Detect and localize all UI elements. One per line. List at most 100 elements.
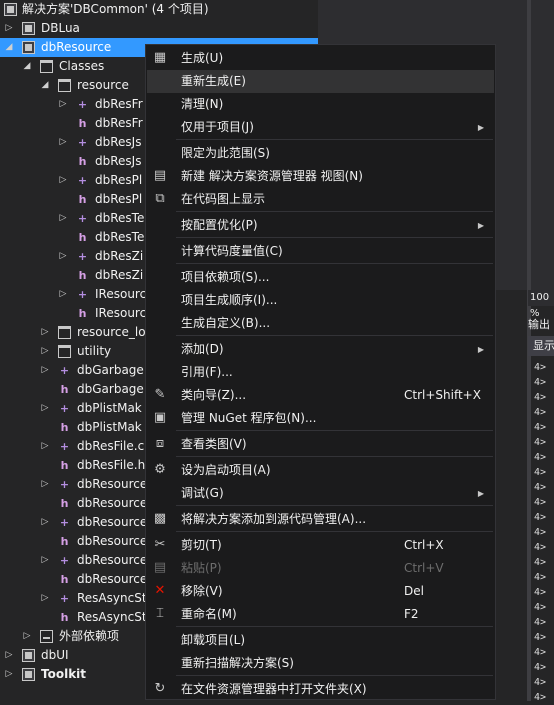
menu-item-label: 按配置优化(P): [181, 218, 258, 232]
zoom-level[interactable]: 100 %: [528, 290, 554, 319]
expand-arrow-icon[interactable]: ▷: [4, 19, 14, 38]
menu-item[interactable]: 项目生成顺序(I)...: [147, 289, 494, 312]
menu-item[interactable]: 生成自定义(B)...: [147, 312, 494, 335]
open-folder-icon: ↻: [154, 681, 166, 696]
menu-item[interactable]: ▦ 生成(U): [147, 47, 494, 70]
menu-item[interactable]: 计算代码度量值(C): [147, 240, 494, 263]
cpp-file-icon: +: [59, 364, 70, 377]
menu-item[interactable]: ✎ 类向导(Z)... Ctrl+Shift+X: [147, 384, 494, 407]
tree-row-label: dbResource: [77, 572, 148, 586]
cpp-file-icon: +: [59, 592, 70, 605]
output-line: 4>: [534, 632, 547, 643]
menu-item[interactable]: 仅用于项目(J) ▶: [147, 116, 494, 139]
project-icon: [22, 41, 35, 54]
menu-item-label: 生成自定义(B)...: [181, 316, 271, 330]
menu-item-shortcut: Ctrl+V: [404, 561, 444, 575]
menu-item[interactable]: ▤ 新建 解决方案资源管理器 视图(N): [147, 165, 494, 188]
tree-row-label: dbResFile.c: [77, 439, 145, 453]
collapse-arrow-icon[interactable]: ◢: [4, 38, 14, 57]
tree-row-label: Classes: [59, 59, 105, 73]
expand-arrow-icon[interactable]: ▷: [58, 285, 68, 304]
tree-row[interactable]: ▷ DBLua: [0, 19, 318, 38]
expand-arrow-icon[interactable]: ▷: [40, 437, 50, 456]
header-file-icon: h: [60, 421, 69, 434]
tree-row-label: Toolkit: [41, 667, 87, 681]
expand-arrow-icon[interactable]: ▷: [40, 361, 50, 380]
cpp-file-icon: +: [77, 174, 88, 187]
menu-item-label: 清理(N): [181, 97, 224, 111]
menu-item[interactable]: 重新生成(E): [147, 70, 494, 93]
menu-item[interactable]: 调试(G) ▶: [147, 482, 494, 505]
expand-arrow-icon[interactable]: ▷: [40, 399, 50, 418]
menu-item-label: 引用(F)...: [181, 365, 233, 379]
menu-item[interactable]: 重新扫描解决方案(S): [147, 652, 494, 675]
expand-arrow-icon[interactable]: ▷: [40, 513, 50, 532]
menu-item[interactable]: 项目依赖项(S)...: [147, 266, 494, 289]
menu-item-label: 将解决方案添加到源代码管理(A)...: [181, 512, 367, 526]
menu-item[interactable]: ▩ 将解决方案添加到源代码管理(A)...: [147, 508, 494, 531]
expand-arrow-icon[interactable]: ▷: [58, 247, 68, 266]
expand-arrow-icon[interactable]: ▷: [4, 665, 14, 684]
tree-row-label: dbPlistMak: [77, 401, 142, 415]
output-line: 4>: [534, 542, 547, 553]
header-file-icon: h: [78, 155, 87, 168]
menu-item[interactable]: 添加(D) ▶: [147, 338, 494, 361]
tree-row-label: resource_lo: [77, 325, 146, 339]
menu-item[interactable]: 按配置优化(P) ▶: [147, 214, 494, 237]
menu-item[interactable]: ⌶ 重命名(M) F2: [147, 603, 494, 626]
menu-item[interactable]: ↻ 在文件资源管理器中打开文件夹(X): [147, 678, 494, 701]
tree-row-label: dbUI: [41, 648, 69, 662]
menu-item-label: 重新生成(E): [181, 74, 246, 88]
expand-arrow-icon[interactable]: ▷: [40, 551, 50, 570]
expand-arrow-icon[interactable]: ▷: [4, 646, 14, 665]
menu-item[interactable]: ✕ 移除(V) Del: [147, 580, 494, 603]
header-file-icon: h: [60, 573, 69, 586]
collapse-arrow-icon[interactable]: ◢: [40, 76, 50, 95]
menu-item[interactable]: 引用(F)...: [147, 361, 494, 384]
menu-item[interactable]: ⧈ 查看类图(V): [147, 433, 494, 456]
expand-arrow-icon[interactable]: ▷: [40, 589, 50, 608]
output-line: 4>: [534, 572, 547, 583]
expand-arrow-icon[interactable]: ▷: [58, 171, 68, 190]
menu-item[interactable]: 限定为此范围(S): [147, 142, 494, 165]
cpp-file-icon: +: [77, 212, 88, 225]
menu-item[interactable]: ⚙ 设为启动项目(A): [147, 459, 494, 482]
menu-item[interactable]: 清理(N): [147, 93, 494, 116]
menu-item-label: 生成(U): [181, 51, 224, 65]
menu-item-label: 调试(G): [181, 486, 224, 500]
menu-item-label: 设为启动项目(A): [181, 463, 271, 477]
project-icon: [22, 22, 35, 35]
header-file-icon: h: [60, 383, 69, 396]
expand-arrow-icon[interactable]: ▷: [58, 95, 68, 114]
menu-item-label: 重新扫描解决方案(S): [181, 656, 294, 670]
tree-row-label: ResAsyncSt: [77, 591, 147, 605]
menu-item-label: 添加(D): [181, 342, 224, 356]
menu-item[interactable]: ▣ 管理 NuGet 程序包(N)...: [147, 407, 494, 430]
cpp-file-icon: +: [77, 98, 88, 111]
menu-item-shortcut: Ctrl+X: [404, 538, 444, 552]
output-line: 4>: [534, 392, 547, 403]
menu-item[interactable]: 卸载项目(L): [147, 629, 494, 652]
menu-item-label: 新建 解决方案资源管理器 视图(N): [181, 169, 363, 183]
expand-arrow-icon[interactable]: ▷: [58, 133, 68, 152]
output-line: 4>: [534, 662, 547, 673]
menu-item-label: 卸载项目(L): [181, 633, 246, 647]
expand-arrow-icon[interactable]: ▷: [40, 475, 50, 494]
expand-arrow-icon[interactable]: ▷: [40, 323, 50, 342]
menu-separator: [176, 335, 493, 336]
output-source-dropdown[interactable]: 显示: [528, 336, 554, 356]
menu-item[interactable]: ⧉ 在代码图上显示: [147, 188, 494, 211]
expand-arrow-icon[interactable]: ▷: [58, 209, 68, 228]
output-text: 4> 4> 4> 4> 4> 4> 4> 4> 4> 4> 4> 4> 4> 4> 4> 4> 4> 4> 4> 4>…: [534, 360, 546, 705]
expand-arrow-icon[interactable]: ▷: [22, 627, 32, 646]
collapse-arrow-icon[interactable]: ◢: [22, 57, 32, 76]
cpp-file-icon: +: [59, 440, 70, 453]
menu-separator: [176, 430, 493, 431]
tree-row-label: dbResource: [77, 553, 148, 567]
tree-row[interactable]: 解决方案'DBCommon' (4 个项目): [0, 0, 318, 19]
tree-row-label: dbResPl: [95, 192, 143, 206]
output-line: 4>: [534, 497, 547, 508]
menu-item[interactable]: ✂ 剪切(T) Ctrl+X: [147, 534, 494, 557]
output-line: 4>: [534, 482, 547, 493]
expand-arrow-icon[interactable]: ▷: [40, 342, 50, 361]
